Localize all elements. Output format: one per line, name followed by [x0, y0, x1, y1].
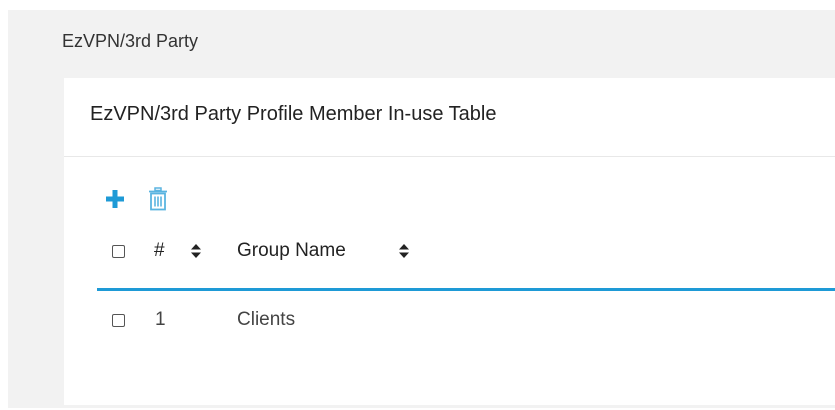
page-background: EzVPN/3rd Party EzVPN/3rd Party Profile … [8, 10, 835, 408]
table-toolbar [105, 186, 169, 212]
table-header-underline [97, 288, 835, 291]
sort-icon[interactable] [190, 243, 202, 259]
row-index: 1 [155, 309, 166, 330]
breadcrumb: EzVPN/3rd Party [62, 31, 199, 51]
row-group-name: Clients [237, 309, 296, 330]
plus-icon [106, 190, 124, 208]
add-button[interactable] [105, 189, 125, 209]
column-header-index[interactable]: # [154, 240, 165, 262]
row-checkbox[interactable] [112, 314, 125, 327]
column-header-group-name[interactable]: Group Name [237, 240, 346, 262]
table-header: # Group Name [97, 238, 835, 270]
delete-button[interactable] [147, 187, 169, 211]
card-title: EzVPN/3rd Party Profile Member In-use Ta… [90, 103, 497, 125]
trash-icon [149, 187, 167, 211]
table-row: 1 Clients [97, 306, 835, 336]
sort-icon[interactable] [398, 243, 410, 259]
member-table-card: EzVPN/3rd Party Profile Member In-use Ta… [64, 78, 835, 405]
select-all-checkbox[interactable] [112, 245, 125, 258]
card-divider [64, 156, 835, 157]
